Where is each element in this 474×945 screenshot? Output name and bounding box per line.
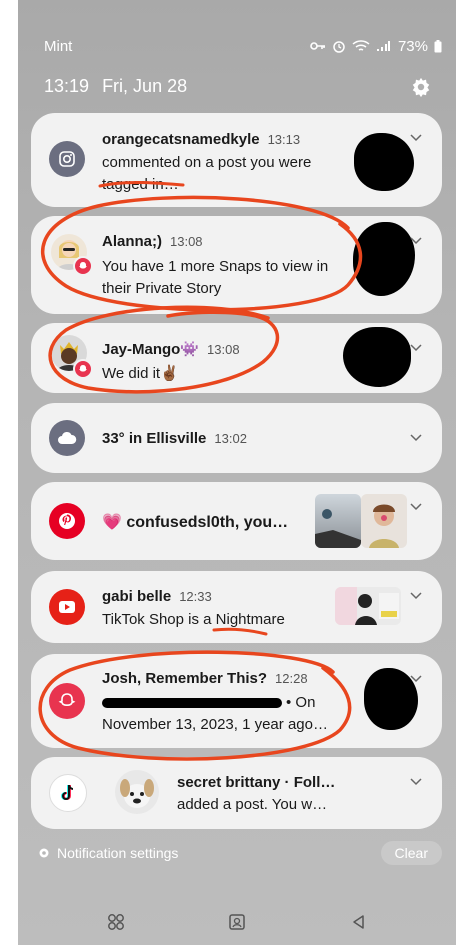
redaction-bar	[102, 698, 282, 708]
wifi-icon	[352, 39, 370, 51]
notification-shade: Mint 73% 13:19 Fri, Jun 28 orangecatsnam…	[18, 0, 456, 945]
notification-card-weather[interactable]: 33° in Ellisville 13:02	[31, 403, 442, 473]
chevron-down-icon[interactable]	[410, 434, 422, 442]
pin-thumbnail	[315, 494, 361, 548]
notification-time: 13:02	[214, 431, 247, 446]
home-icon[interactable]	[227, 912, 247, 932]
notification-settings-link[interactable]: Notification settings	[57, 845, 178, 861]
notification-time: 12:28	[275, 671, 308, 686]
settings-icon[interactable]	[38, 847, 50, 859]
chevron-down-icon[interactable]	[410, 503, 422, 511]
clock: 13:19	[44, 76, 90, 96]
notification-title: Josh, Remember This? 12:28	[102, 670, 308, 687]
snapchat-icon	[73, 256, 93, 276]
notification-body: We did it✌🏾	[102, 365, 179, 382]
notification-title: 💗 confusedsl0th, you…	[102, 514, 289, 531]
notification-time: 13:08	[207, 342, 240, 357]
body-line-2: November 13, 2023, 1 year ago…	[102, 716, 328, 733]
youtube-icon	[49, 589, 85, 625]
notification-title: Alanna;) 13:08	[102, 233, 203, 250]
memory-title: Josh, Remember This?	[102, 670, 268, 687]
sender-name: orangecatsnamedkyle	[102, 131, 260, 148]
notification-title: 33° in Ellisville 13:02	[102, 430, 247, 447]
notification-card-snapchat-alanna[interactable]: Alanna;) 13:08 You have 1 more Snaps to v…	[31, 216, 442, 314]
date-time: 13:19 Fri, Jun 28	[44, 76, 187, 97]
notification-card-snapchat-memories[interactable]: Josh, Remember This? 12:28 • On November …	[31, 654, 442, 748]
notification-title: secret brittany · Foll…	[177, 774, 336, 791]
channel-name: gabi belle	[102, 588, 172, 605]
signal-icon	[376, 41, 390, 51]
back-icon[interactable]	[349, 912, 369, 932]
carrier-name: Mint	[44, 37, 73, 55]
cloud-icon	[49, 420, 85, 456]
chevron-down-icon[interactable]	[410, 675, 422, 683]
notification-body: • On November 13, 2023, 1 year ago…	[102, 692, 364, 736]
notification-body: TikTok Shop is a Nightmare	[102, 611, 285, 628]
sender-name: Jay-Mango👾	[102, 341, 200, 358]
notification-time: 13:08	[170, 234, 203, 249]
pinterest-icon	[49, 503, 85, 539]
tiktok-icon	[49, 774, 87, 812]
alarm-icon	[333, 41, 345, 53]
battery-level: 73%	[397, 37, 428, 55]
notification-title: gabi belle 12:33	[102, 588, 212, 605]
weather-summary: 33° in Ellisville	[102, 430, 207, 447]
redaction-scribble	[353, 222, 415, 296]
battery-icon	[434, 39, 442, 52]
redaction-scribble	[343, 327, 411, 387]
snapchat-icon	[73, 359, 93, 379]
key-icon	[310, 42, 325, 50]
status-bar: Mint 73%	[44, 36, 442, 56]
chevron-down-icon[interactable]	[410, 778, 422, 786]
notification-card-snapchat-jay[interactable]: Jay-Mango👾 13:08 We did it✌🏾	[31, 323, 442, 393]
recent-apps-icon[interactable]	[106, 912, 126, 932]
chevron-down-icon[interactable]	[410, 344, 422, 352]
clear-button[interactable]: Clear	[380, 841, 442, 865]
snapchat-icon	[49, 683, 85, 719]
notification-time: 12:33	[179, 589, 212, 604]
settings-gear-icon[interactable]	[410, 76, 432, 98]
date: Fri, Jun 28	[102, 76, 188, 96]
chevron-down-icon[interactable]	[410, 592, 422, 600]
sender-name: Alanna;)	[102, 233, 162, 250]
chevron-down-icon[interactable]	[410, 237, 422, 245]
notification-card-youtube[interactable]: gabi belle 12:33 TikTok Shop is a Nightma…	[31, 571, 442, 643]
notification-card-pinterest[interactable]: 💗 confusedsl0th, you…	[31, 482, 442, 560]
avatar	[115, 770, 159, 814]
notification-body: added a post. You w…	[177, 796, 328, 813]
notification-card-tiktok[interactable]: secret brittany · Foll… added a post. Yo…	[31, 757, 442, 829]
notification-card-instagram[interactable]: orangecatsnamedkyle 13:13 commented on a …	[31, 113, 442, 207]
notification-body: You have 1 more Snaps to view in their P…	[102, 258, 329, 297]
video-thumbnail	[335, 587, 401, 625]
notification-body: commented on a post you were tagged in…	[102, 154, 312, 193]
notification-footer: Notification settings Clear	[38, 840, 442, 866]
body-line-1: • On	[286, 694, 316, 711]
notification-title: Jay-Mango👾 13:08	[102, 340, 240, 358]
notification-title: orangecatsnamedkyle 13:13	[102, 131, 300, 148]
instagram-icon	[49, 141, 85, 177]
navigation-bar	[18, 912, 456, 936]
chevron-down-icon[interactable]	[410, 134, 422, 142]
pin-thumbnail	[361, 494, 407, 548]
redaction-scribble	[354, 133, 414, 191]
notification-time: 13:13	[267, 132, 301, 147]
